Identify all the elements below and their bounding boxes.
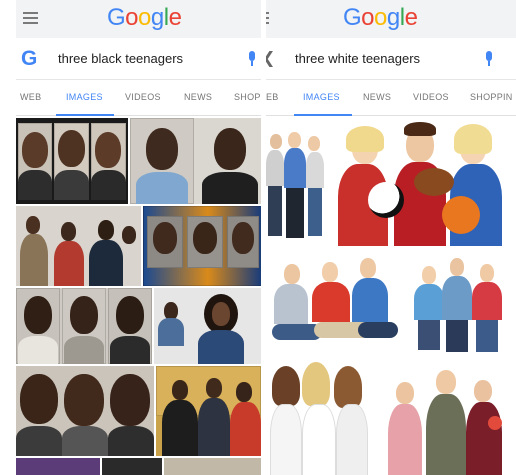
hamburger-menu-icon[interactable] bbox=[266, 12, 269, 24]
tab-videos[interactable]: VIDEOS bbox=[125, 92, 161, 102]
image-result[interactable] bbox=[16, 118, 128, 204]
image-result[interactable] bbox=[266, 118, 330, 246]
image-result[interactable] bbox=[164, 458, 261, 475]
image-result[interactable] bbox=[16, 458, 100, 475]
app-top-bar: Google bbox=[266, 0, 516, 38]
image-result[interactable] bbox=[143, 206, 261, 286]
search-tabs: EB IMAGES NEWS VIDEOS SHOPPIN bbox=[266, 80, 516, 116]
search-query[interactable]: three black teenagers bbox=[58, 51, 183, 66]
tab-shopping[interactable]: SHOPPIN bbox=[470, 92, 513, 102]
tab-videos[interactable]: VIDEOS bbox=[413, 92, 449, 102]
search-query[interactable]: three white teenagers bbox=[295, 51, 420, 66]
google-logo: Google bbox=[343, 4, 418, 31]
microphone-icon[interactable] bbox=[247, 51, 257, 68]
image-result[interactable] bbox=[378, 356, 516, 475]
active-tab-indicator bbox=[56, 114, 114, 116]
image-result[interactable] bbox=[410, 248, 516, 354]
search-bar[interactable]: G three black teenagers bbox=[16, 38, 261, 80]
image-result[interactable] bbox=[156, 366, 261, 456]
image-result[interactable] bbox=[266, 356, 376, 475]
hamburger-menu-icon[interactable] bbox=[23, 12, 38, 24]
search-bar[interactable]: ❮ three white teenagers bbox=[266, 38, 516, 80]
app-top-bar: Google bbox=[16, 0, 261, 38]
right-search-screen: Google ❮ three white teenagers EB IMAGES… bbox=[266, 0, 516, 475]
tab-news[interactable]: NEWS bbox=[184, 92, 212, 102]
tab-images[interactable]: IMAGES bbox=[303, 92, 340, 102]
tab-images[interactable]: IMAGES bbox=[66, 92, 103, 102]
image-result[interactable] bbox=[16, 288, 152, 364]
microphone-icon[interactable] bbox=[484, 51, 494, 68]
search-tabs: WEB IMAGES VIDEOS NEWS SHOPI bbox=[16, 80, 261, 116]
active-tab-indicator bbox=[294, 114, 352, 116]
image-result[interactable] bbox=[266, 248, 408, 354]
image-results-grid bbox=[16, 118, 261, 475]
image-result[interactable] bbox=[102, 458, 162, 475]
google-logo: Google bbox=[107, 4, 182, 31]
image-result[interactable] bbox=[154, 288, 261, 364]
image-result[interactable] bbox=[130, 118, 261, 204]
left-search-screen: Google G three black teenagers WEB IMAGE… bbox=[16, 0, 261, 475]
tab-web[interactable]: EB bbox=[266, 92, 279, 102]
image-result[interactable] bbox=[332, 118, 516, 246]
image-results-grid bbox=[266, 118, 516, 475]
tab-news[interactable]: NEWS bbox=[363, 92, 391, 102]
image-result[interactable] bbox=[16, 366, 154, 456]
back-arrow-icon[interactable]: ❮ bbox=[266, 48, 275, 68]
tab-web[interactable]: WEB bbox=[20, 92, 41, 102]
google-g-icon: G bbox=[21, 47, 38, 70]
image-result[interactable] bbox=[16, 206, 141, 286]
tab-shopping[interactable]: SHOPI bbox=[234, 92, 261, 102]
